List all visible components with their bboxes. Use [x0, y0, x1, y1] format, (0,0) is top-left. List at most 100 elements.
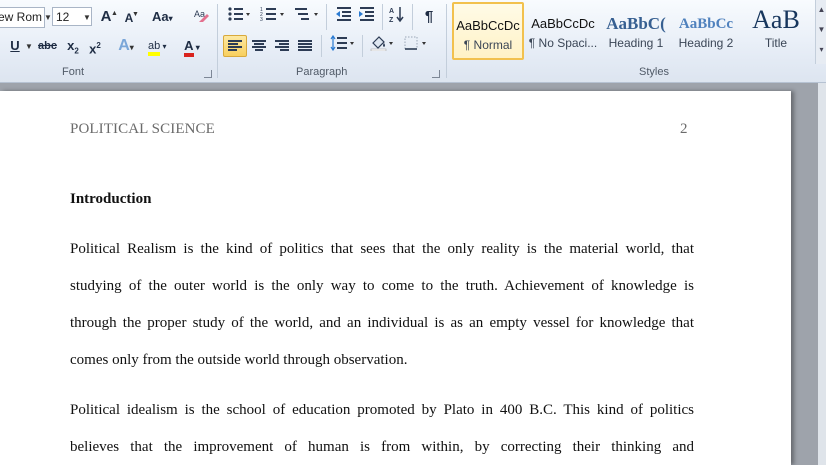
style-no-spacing-label: ¶ No Spaci... — [528, 36, 598, 50]
align-right-icon — [275, 40, 289, 52]
gallery-down-icon[interactable]: ▼ — [816, 20, 826, 40]
indent-separator — [382, 4, 383, 30]
strikethrough-label: abc — [38, 40, 57, 52]
subscript-button[interactable]: x2 — [64, 35, 82, 57]
font-size-dropdown[interactable]: ▼ — [82, 8, 92, 27]
text-effects-label: A — [118, 37, 130, 54]
style-title[interactable]: AaB Title — [743, 2, 809, 60]
decrease-indent-button[interactable] — [334, 6, 354, 28]
paragraph-dialog-launcher-icon[interactable] — [432, 70, 440, 78]
strikethrough-button[interactable]: abc — [38, 35, 57, 57]
style-normal-label: ¶ Normal — [463, 38, 513, 52]
font-name-box[interactable]: ew Rom — [0, 7, 45, 28]
styles-gallery-scroller[interactable]: ▲ ▼ ▾ — [815, 0, 826, 64]
paragraph-line: Political Realism is the kind of politic… — [70, 241, 694, 257]
paragraph-line: comes only from the outside world throug… — [70, 352, 408, 368]
underline-label: U — [10, 38, 20, 53]
multilevel-list-button[interactable] — [293, 6, 321, 28]
decrease-indent-icon — [336, 7, 351, 21]
align-center-button[interactable] — [249, 35, 269, 57]
document-workspace: POLITICAL SCIENCE 2 Introduction Politic… — [0, 83, 826, 465]
subscript-mark: 2 — [74, 46, 79, 56]
gallery-more-icon[interactable]: ▾ — [816, 40, 826, 60]
page-header-title: POLITICAL SCIENCE — [70, 121, 215, 137]
font-dialog-launcher-icon[interactable] — [204, 70, 212, 78]
increase-indent-button[interactable] — [357, 6, 377, 28]
paragraph-line: studying of the outer world is the only … — [70, 278, 694, 294]
underline-dropdown[interactable]: ▼ — [24, 37, 34, 56]
numbering-icon: 123 — [260, 7, 284, 23]
style-title-sample: AaB — [752, 5, 800, 34]
shrink-font-button[interactable]: A ▼ — [120, 7, 139, 29]
change-case-label: Aa — [152, 9, 169, 24]
line-spacing-button[interactable] — [329, 34, 357, 57]
sort-icon: AZ — [389, 7, 404, 24]
font-color-dropdown-icon: ▾ — [193, 43, 200, 52]
text-effects-dropdown-icon: ▾ — [129, 43, 134, 52]
align-right-button[interactable] — [272, 35, 292, 57]
section-heading: Introduction — [70, 191, 152, 207]
clear-formatting-button[interactable]: Aa — [192, 6, 212, 28]
sort-button[interactable]: AZ — [387, 5, 407, 27]
grow-font-button[interactable]: A ▲ — [97, 6, 118, 28]
style-no-spacing[interactable]: AaBbCcDc ¶ No Spaci... — [527, 2, 599, 60]
paragraph-line: through the proper study of the world, a… — [70, 315, 694, 331]
align-center-icon — [252, 40, 266, 52]
gallery-up-icon[interactable]: ▲ — [816, 0, 826, 20]
borders-button[interactable] — [402, 35, 430, 57]
style-heading-1[interactable]: AaBbC( Heading 1 — [601, 2, 671, 60]
align-left-icon — [228, 40, 242, 52]
font-color-button[interactable]: A ▾ — [183, 35, 201, 57]
style-heading-1-sample: AaBbC( — [606, 14, 666, 33]
style-heading-2-label: Heading 2 — [678, 36, 734, 50]
shading-icon — [370, 36, 393, 52]
numbering-button[interactable]: 123 — [259, 6, 287, 28]
font-group-label: Font — [62, 66, 85, 78]
document-page[interactable]: POLITICAL SCIENCE 2 Introduction Politic… — [0, 91, 791, 465]
pilcrow-icon: ¶ — [424, 8, 434, 25]
ribbon: ew Rom ▼ 12 ▼ A ▲ A ▼ Aa▾ Aa U ▼ abc x2 x2… — [0, 0, 826, 83]
underline-button[interactable]: U — [6, 35, 24, 57]
align-left-button[interactable] — [223, 35, 247, 57]
highlight-dropdown-icon: ▾ — [160, 42, 167, 51]
superscript-mark: 2 — [96, 41, 101, 50]
svg-text:Z: Z — [389, 17, 394, 23]
style-no-spacing-sample: AaBbCcDc — [531, 16, 595, 31]
style-normal[interactable]: AaBbCcDc ¶ Normal — [452, 2, 524, 60]
svg-text:Aa: Aa — [194, 9, 205, 19]
superscript-button[interactable]: x2 — [86, 35, 104, 57]
svg-text:3: 3 — [260, 17, 263, 22]
shrink-arrow-icon: ▼ — [132, 11, 139, 18]
style-title-label: Title — [764, 36, 788, 50]
grow-arrow-icon: ▲ — [111, 10, 118, 17]
align-separator — [321, 35, 322, 57]
styles-gallery: AaBbCcDc ¶ Normal AaBbCcDc ¶ No Spaci...… — [451, 2, 813, 62]
font-paragraph-separator — [217, 4, 218, 78]
paragraph-group-label: Paragraph — [296, 66, 348, 78]
paragraph-line: believes that the improvement of human i… — [70, 439, 694, 455]
style-normal-sample: AaBbCcDc — [456, 18, 520, 33]
bullets-icon — [228, 7, 250, 21]
text-effects-button[interactable]: A▾ — [117, 35, 135, 57]
shading-button[interactable] — [368, 35, 396, 57]
style-heading-2-sample: AaBbCc — [678, 16, 734, 32]
increase-indent-icon — [359, 7, 374, 21]
page-number: 2 — [680, 121, 688, 137]
justify-button[interactable] — [295, 35, 315, 57]
change-case-button[interactable]: Aa▾ — [152, 6, 173, 28]
svg-text:A: A — [389, 8, 394, 15]
paragraph-line: Political idealism is the school of educ… — [70, 402, 694, 418]
change-case-dropdown-icon: ▾ — [168, 14, 173, 23]
justify-icon — [298, 40, 312, 52]
highlight-button[interactable]: ab ▾ — [148, 35, 167, 57]
styles-group-label: Styles — [639, 66, 669, 78]
style-heading-2[interactable]: AaBbCc Heading 2 — [673, 2, 739, 60]
list-separator — [326, 4, 327, 30]
line-spacing-icon — [330, 34, 354, 52]
paragraph-styles-separator — [446, 4, 447, 78]
style-heading-1-label: Heading 1 — [608, 36, 664, 50]
borders-icon — [404, 36, 426, 50]
show-formatting-button[interactable]: ¶ — [420, 6, 438, 28]
vertical-scrollbar[interactable] — [818, 83, 826, 465]
bullets-button[interactable] — [226, 6, 252, 28]
